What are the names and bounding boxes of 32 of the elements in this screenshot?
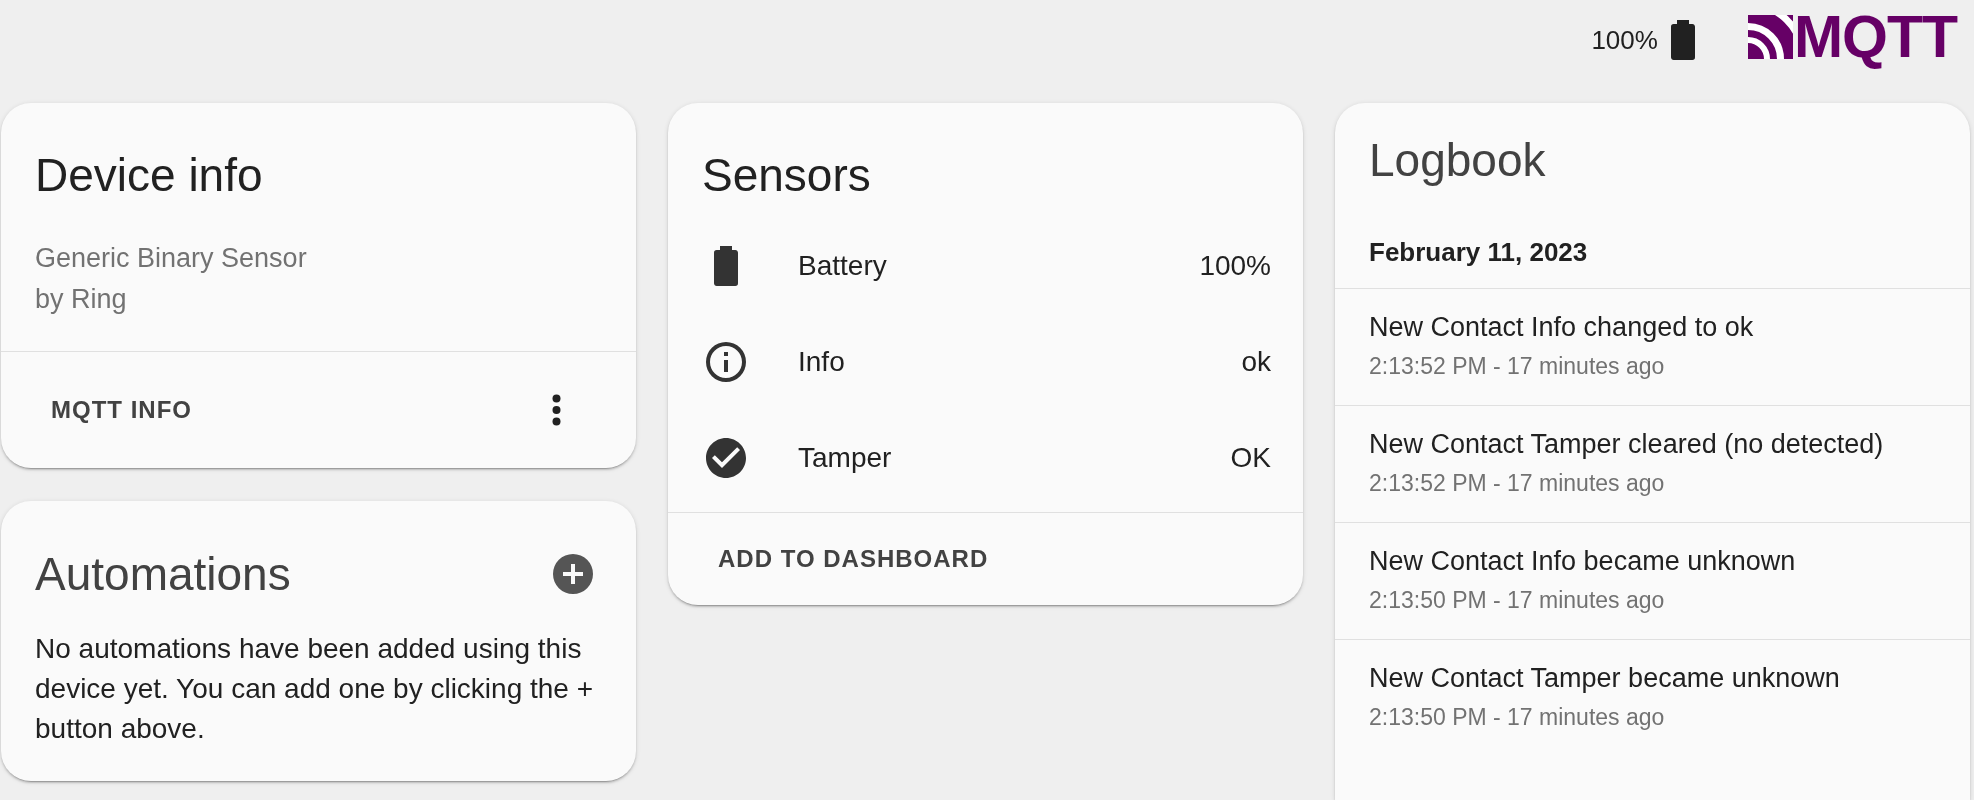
sensor-value: 100%	[1199, 250, 1271, 282]
log-entry-time: 2:13:50 PM - 17 minutes ago	[1369, 586, 1666, 615]
sensor-name[interactable]: Battery	[798, 250, 887, 282]
log-entry-text: New Contact Tamper became unknown	[1369, 662, 1841, 695]
sensor-name[interactable]: Info	[798, 346, 845, 378]
log-entry-time: 2:13:50 PM - 17 minutes ago	[1369, 703, 1666, 732]
plus-icon[interactable]	[553, 554, 593, 594]
log-entry-text: New Contact Info changed to ok	[1369, 311, 1755, 344]
battery-icon	[1670, 20, 1695, 60]
device-model: Generic Binary Sensor	[35, 242, 308, 275]
card-title: Device info	[34, 148, 264, 203]
mqtt-info-button[interactable]: MQTT INFO	[35, 384, 208, 436]
log-entry-time: 2:13:52 PM - 17 minutes ago	[1369, 352, 1666, 381]
log-entry-time: 2:13:52 PM - 17 minutes ago	[1369, 469, 1666, 498]
sensor-value: ok	[1241, 346, 1271, 378]
device-manufacturer: by Ring	[35, 283, 128, 316]
logo-text: MQTT	[1793, 3, 1959, 71]
battery-percentage: 100%	[1591, 25, 1658, 55]
date-heading: February 11, 2023	[1368, 236, 1589, 269]
empty-message: No automations have been added using this device yet. You can add one by clicking the + button above.	[34, 632, 595, 746]
logo-icon	[1747, 15, 1793, 59]
add-to-dashboard-button[interactable]: ADD TO DASHBOARD	[702, 533, 1005, 585]
sensor-name[interactable]: Tamper	[798, 442, 892, 474]
info-icon	[706, 342, 746, 382]
dots-menu-icon[interactable]	[552, 394, 561, 426]
card-title: Automations	[35, 547, 291, 602]
card-title: Logbook	[1368, 133, 1547, 188]
sensor-value: OK	[1230, 442, 1271, 474]
log-entry-text: New Contact Tamper cleared (no detected)	[1369, 428, 1885, 461]
battery-icon	[714, 246, 738, 286]
log-entry-text: New Contact Info became unknown	[1369, 545, 1797, 578]
card-title: Sensors	[701, 148, 872, 203]
